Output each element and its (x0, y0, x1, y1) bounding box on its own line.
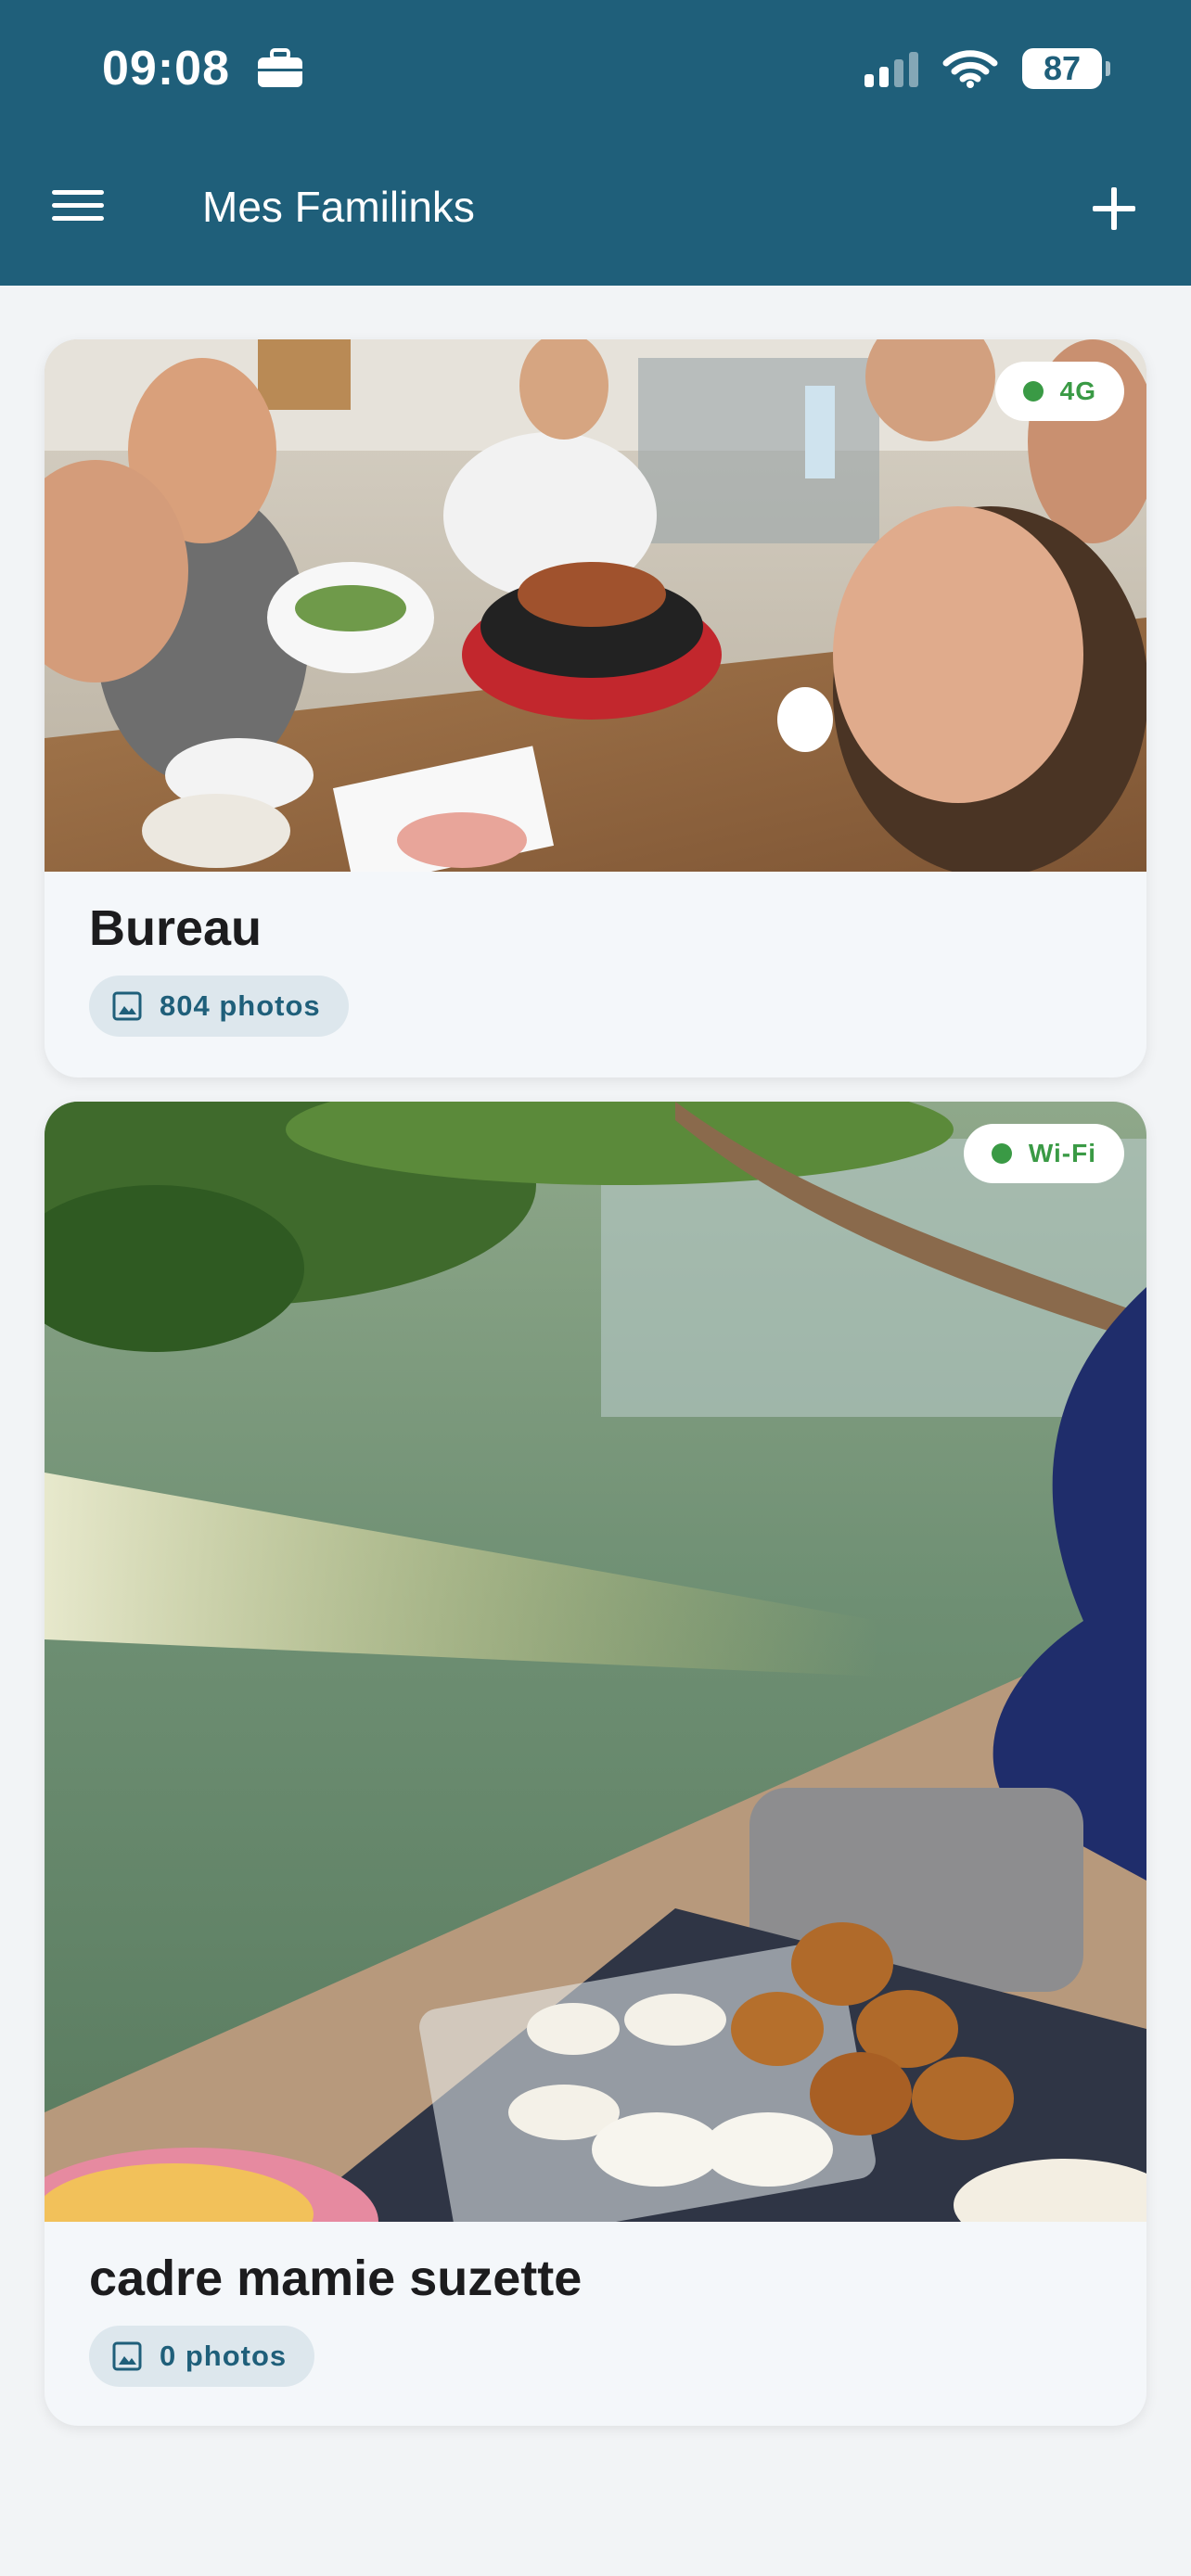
plus-icon[interactable] (1082, 176, 1146, 241)
image-icon (112, 991, 142, 1021)
photo-count-chip: 0 photos (89, 2326, 315, 2387)
hamburger-menu-icon[interactable] (48, 182, 108, 234)
briefcase-icon (258, 48, 302, 87)
network-label: Wi-Fi (1028, 1139, 1096, 1167)
photo-count-chip: 804 photos (89, 976, 349, 1037)
online-dot-icon (1022, 381, 1044, 402)
frame-cover-photo: 4G (45, 339, 1146, 872)
network-status-badge: 4G (994, 362, 1124, 421)
status-indicators: 87 (864, 43, 1110, 95)
online-dot-icon (991, 1143, 1012, 1164)
photo-count-label: 804 photos (160, 989, 321, 1022)
signal-icon (864, 50, 918, 87)
app-bar: 09:08 87 Mes Familinks (0, 0, 1191, 286)
status-time: 09:08 (102, 42, 230, 96)
frame-name: cadre mamie suzette (89, 2251, 583, 2306)
page-title: Mes Familinks (202, 183, 475, 231)
image-icon (112, 2341, 142, 2371)
wifi-icon (942, 50, 998, 88)
frame-card-cadre-mamie-suzette[interactable]: Wi-Fi cadre mamie suzette 0 photos (45, 1102, 1146, 2426)
frame-name: Bureau (89, 900, 263, 956)
battery-icon: 87 (1022, 48, 1110, 89)
frame-cover-photo: Wi-Fi (45, 1102, 1146, 2222)
network-status-badge: Wi-Fi (963, 1124, 1124, 1183)
frame-card-bureau[interactable]: 4G Bureau 804 photos (45, 339, 1146, 1078)
network-label: 4G (1059, 376, 1096, 405)
photo-count-label: 0 photos (160, 2340, 288, 2372)
